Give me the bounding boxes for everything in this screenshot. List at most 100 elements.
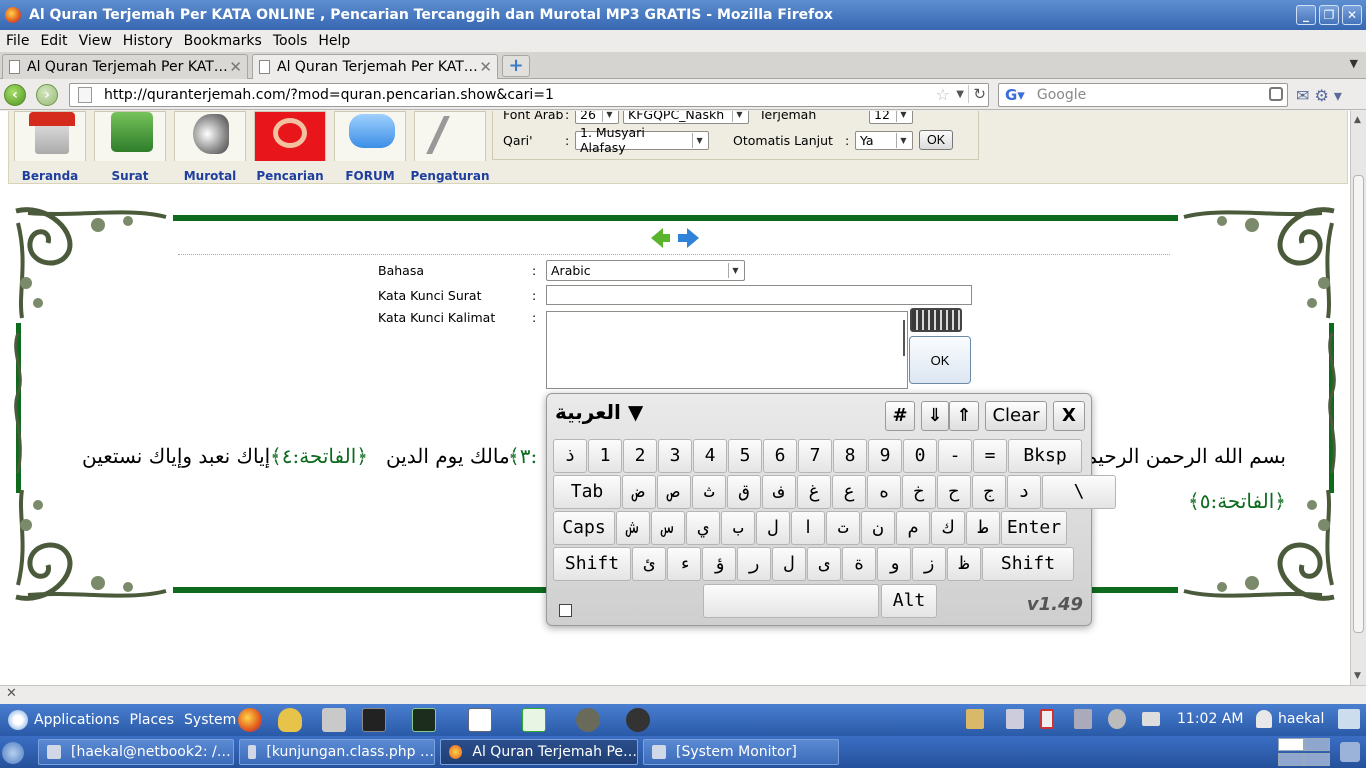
keyboard-key[interactable]: Bksp <box>1008 439 1082 473</box>
battery-tray-icon[interactable] <box>1040 709 1054 729</box>
keyboard-key[interactable]: \ <box>1042 475 1116 509</box>
menu-beranda[interactable]: Beranda <box>10 111 90 183</box>
keyboard-key[interactable]: Shift <box>982 547 1074 581</box>
keyboard-key[interactable]: - <box>938 439 972 473</box>
minimize-button[interactable]: _ <box>1296 5 1316 25</box>
panel-clock[interactable]: 11:02 AM <box>1177 711 1243 727</box>
firefox-launcher-icon[interactable] <box>238 708 262 732</box>
previous-arrow-icon[interactable] <box>651 228 670 248</box>
menu-history[interactable]: History <box>117 33 178 49</box>
clipboard-tray-icon[interactable] <box>966 709 984 729</box>
keyboard-key[interactable]: د <box>1007 475 1041 509</box>
keyboard-key[interactable]: Enter <box>1001 511 1067 545</box>
taskbar-system-monitor[interactable]: [System Monitor] <box>643 739 839 765</box>
keyboard-clear-button[interactable]: Clear <box>985 401 1047 431</box>
menu-bookmarks[interactable]: Bookmarks <box>178 33 267 49</box>
keyboard-key[interactable]: ه <box>867 475 901 509</box>
menu-edit[interactable]: Edit <box>34 33 72 49</box>
workspace-3[interactable] <box>1278 753 1304 766</box>
font-name-select[interactable]: KFGQPC_Naskh ▼ <box>623 111 749 124</box>
keyboard-key[interactable]: ش <box>616 511 650 545</box>
keyboard-key[interactable]: ح <box>937 475 971 509</box>
keyboard-key[interactable]: ض <box>622 475 656 509</box>
menu-view[interactable]: View <box>73 33 117 49</box>
keyboard-key[interactable]: خ <box>902 475 936 509</box>
otomatis-select[interactable]: Ya ▼ <box>855 130 913 150</box>
keyboard-alt-key[interactable]: Alt <box>881 584 937 618</box>
taskbar-firefox[interactable]: Al Quran Terjemah Pe… <box>440 739 638 765</box>
places-menu[interactable]: Places <box>130 712 175 728</box>
menu-pengaturan[interactable]: Pengaturan <box>410 111 490 183</box>
search-go-icon[interactable] <box>1269 87 1283 101</box>
keyboard-key[interactable]: ظ <box>947 547 981 581</box>
inkscape-launcher-icon[interactable] <box>626 708 650 732</box>
system-monitor-launcher-icon[interactable] <box>412 708 436 732</box>
keyboard-layout-selector[interactable]: العربية ▼ <box>555 400 643 424</box>
panel-username[interactable]: haekal <box>1278 711 1324 727</box>
keyboard-key[interactable]: ج <box>972 475 1006 509</box>
gimp-launcher-icon[interactable] <box>576 708 600 732</box>
keyboard-key[interactable]: ى <box>807 547 841 581</box>
gnome-foot-icon[interactable] <box>8 710 28 730</box>
keyboard-key[interactable]: ئ <box>632 547 666 581</box>
keyboard-key[interactable]: ر <box>737 547 771 581</box>
forward-button[interactable]: › <box>36 84 58 106</box>
terjemah-select[interactable]: 12 ▼ <box>869 111 913 124</box>
bluetooth-tray-icon[interactable] <box>1006 709 1024 729</box>
scroll-down-icon[interactable]: ▼ <box>1354 671 1361 681</box>
menu-help[interactable]: Help <box>312 33 355 49</box>
close-tab-icon[interactable]: ✕ <box>229 58 242 76</box>
keyboard-option-checkbox[interactable] <box>559 604 572 617</box>
keyboard-key[interactable]: 3 <box>658 439 692 473</box>
keyboard-key[interactable]: ف <box>762 475 796 509</box>
settings-ok-button[interactable]: OK <box>919 130 954 150</box>
site-identity-icon[interactable] <box>78 87 92 103</box>
keyboard-key[interactable]: 5 <box>728 439 762 473</box>
close-tab-icon[interactable]: ✕ <box>479 58 492 76</box>
keyboard-key[interactable]: ذ <box>553 439 587 473</box>
keyboard-key[interactable]: = <box>973 439 1007 473</box>
keyboard-key[interactable]: ا <box>791 511 825 545</box>
new-tab-button[interactable]: + <box>502 55 530 77</box>
calc-launcher-icon[interactable] <box>522 708 546 732</box>
menu-forum[interactable]: FORUM <box>330 111 410 183</box>
writer-launcher-icon[interactable] <box>468 708 492 732</box>
surat-keyword-input[interactable] <box>546 285 972 305</box>
keyboard-key[interactable]: 7 <box>798 439 832 473</box>
maximize-button[interactable]: ❐ <box>1319 5 1339 25</box>
keyboard-close-button[interactable]: X <box>1053 401 1085 431</box>
close-window-button[interactable]: ✕ <box>1342 5 1362 25</box>
keyboard-key[interactable]: ن <box>861 511 895 545</box>
keyboard-key[interactable]: ص <box>657 475 691 509</box>
keyboard-key[interactable]: 9 <box>868 439 902 473</box>
menu-tools[interactable]: Tools <box>267 33 313 49</box>
url-bar[interactable]: http://quranterjemah.com/?mod=quran.penc… <box>69 83 989 107</box>
workspace-2[interactable] <box>1304 738 1330 751</box>
keyboard-down-button[interactable]: ⇓ <box>921 401 949 431</box>
keyboard-key[interactable]: Shift <box>553 547 631 581</box>
keyboard-key[interactable]: ء <box>667 547 701 581</box>
network-tray-icon[interactable] <box>1074 709 1092 729</box>
keyboard-key[interactable]: ؤ <box>702 547 736 581</box>
tab-2[interactable]: Al Quran Terjemah Per KAT… ✕ <box>252 54 498 79</box>
qari-select[interactable]: 1. Musyari Alafasy ▼ <box>575 125 709 155</box>
tab-1[interactable]: Al Quran Terjemah Per KAT… ✕ <box>2 54 248 79</box>
reload-icon[interactable]: ↻ <box>968 85 986 103</box>
workspace-1[interactable] <box>1278 738 1304 751</box>
close-findbar-icon[interactable]: ✕ <box>6 686 17 701</box>
keyboard-key[interactable]: ط <box>966 511 1000 545</box>
keyboard-key[interactable]: ة <box>842 547 876 581</box>
keyboard-key[interactable]: 2 <box>623 439 657 473</box>
google-engine-icon[interactable]: G▾ <box>1005 86 1025 104</box>
keyboard-key[interactable]: ب <box>721 511 755 545</box>
search-box[interactable]: G▾ Google <box>998 83 1288 107</box>
keyboard-key[interactable]: ت <box>826 511 860 545</box>
keyboard-key[interactable]: ق <box>727 475 761 509</box>
list-tabs-icon[interactable]: ▼ <box>1350 57 1358 70</box>
menu-surat[interactable]: Surat <box>90 111 170 183</box>
teapot-launcher-icon[interactable] <box>278 708 302 732</box>
keyboard-key[interactable]: ث <box>692 475 726 509</box>
bahasa-select[interactable]: Arabic ▼ <box>546 260 745 281</box>
bookmark-star-icon[interactable]: ☆ <box>936 85 950 104</box>
terminal-launcher-icon[interactable] <box>362 708 386 732</box>
